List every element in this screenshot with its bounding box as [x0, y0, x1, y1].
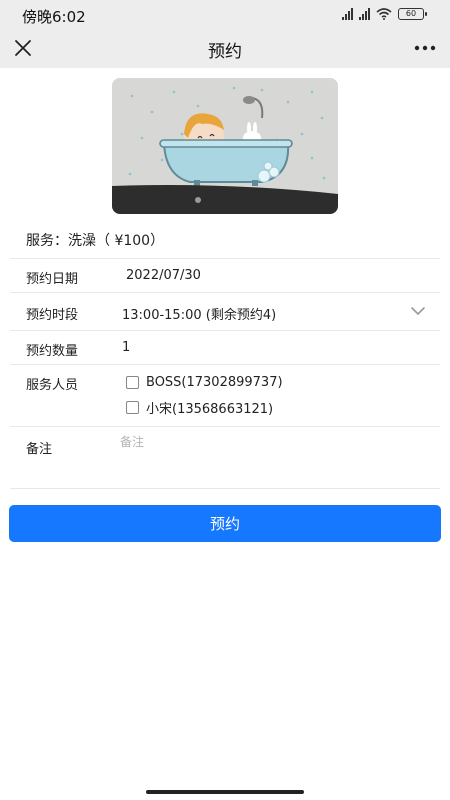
- staff-option-label: 小宋(13568663121): [146, 402, 274, 417]
- notes-label: 备注: [26, 442, 53, 457]
- more-icon[interactable]: [412, 37, 438, 59]
- staff-option-label: BOSS(17302899737): [146, 375, 283, 390]
- staff-checkbox[interactable]: [126, 401, 139, 414]
- chevron-down-icon[interactable]: [410, 306, 426, 316]
- staff-option-boss[interactable]: BOSS(17302899737): [126, 375, 283, 390]
- time-slot-row[interactable]: 预约时段 13:00-15:00 (剩余预约4): [10, 293, 440, 331]
- submit-booking-button[interactable]: 预约: [9, 505, 441, 542]
- status-icons: 60: [342, 8, 427, 20]
- hd-signal-icon: [342, 8, 353, 20]
- hd-signal-icon: [359, 8, 370, 20]
- quantity-value[interactable]: 1: [122, 340, 130, 355]
- staff-checkbox[interactable]: [126, 376, 139, 389]
- quantity-label: 预约数量: [26, 344, 79, 359]
- wifi-icon: [376, 8, 392, 20]
- quantity-row[interactable]: 预约数量 1: [10, 331, 440, 365]
- date-row[interactable]: 预约日期 2022/07/30: [10, 259, 440, 293]
- date-label: 预约日期: [26, 272, 79, 287]
- nav-bar: 预约: [0, 30, 450, 68]
- service-image: [112, 78, 338, 214]
- status-time: 傍晚6:02: [22, 8, 86, 26]
- page-title: 预约: [208, 42, 242, 62]
- time-slot-select[interactable]: 13:00-15:00 (剩余预约4): [122, 304, 276, 323]
- status-bar: 傍晚6:02 60: [0, 0, 450, 30]
- time-slot-label: 预约时段: [26, 308, 79, 323]
- staff-label: 服务人员: [26, 378, 79, 393]
- staff-row: 服务人员 BOSS(17302899737) 小宋(13568663121): [10, 365, 440, 427]
- staff-option-xiaosong[interactable]: 小宋(13568663121): [126, 398, 273, 417]
- notes-row: 备注: [10, 427, 440, 489]
- date-value[interactable]: 2022/07/30: [126, 268, 201, 283]
- home-indicator: [146, 790, 304, 794]
- booking-form: 服务：洗澡（ ¥100） 预约日期 2022/07/30 预约时段 13:00-…: [10, 218, 440, 489]
- notes-input[interactable]: [120, 433, 420, 483]
- service-label: 服务：洗澡（ ¥100）: [26, 233, 165, 249]
- service-row: 服务：洗澡（ ¥100）: [10, 218, 440, 259]
- bathtub-illustration: [112, 78, 338, 214]
- battery-icon: 60: [398, 8, 427, 20]
